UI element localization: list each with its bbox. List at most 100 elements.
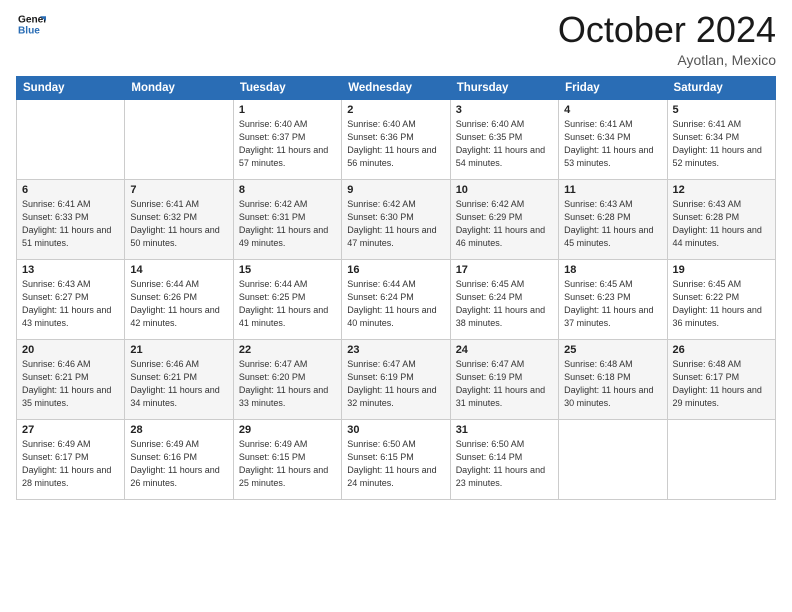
title-block: October 2024 Ayotlan, Mexico: [558, 10, 776, 68]
calendar-cell: 26Sunrise: 6:48 AM Sunset: 6:17 PM Dayli…: [667, 339, 775, 419]
day-number: 15: [239, 264, 336, 276]
day-number: 31: [456, 424, 553, 436]
day-number: 3: [456, 104, 553, 116]
day-info: Sunrise: 6:49 AM Sunset: 6:16 PM Dayligh…: [130, 438, 227, 490]
day-number: 6: [22, 184, 119, 196]
calendar-cell: 28Sunrise: 6:49 AM Sunset: 6:16 PM Dayli…: [125, 419, 233, 499]
day-number: 24: [456, 344, 553, 356]
day-info: Sunrise: 6:44 AM Sunset: 6:26 PM Dayligh…: [130, 278, 227, 330]
calendar-week-row: 20Sunrise: 6:46 AM Sunset: 6:21 PM Dayli…: [17, 339, 776, 419]
calendar-cell: 13 Sunrise: 6:43 AM Sunset: 6:27 PM Dayli…: [17, 259, 125, 339]
day-number: 23: [347, 344, 444, 356]
calendar-cell: 10 Sunrise: 6:42 AM Sunset: 6:29 PM Dayli…: [450, 179, 558, 259]
day-info: Sunrise: 6:46 AM Sunset: 6:21 PM Dayligh…: [22, 358, 119, 410]
calendar-cell: 30 Sunrise: 6:50 AM Sunset: 6:15 PM Dayli…: [342, 419, 450, 499]
weekday-header: Monday: [125, 76, 233, 99]
day-number: 10: [456, 184, 553, 196]
calendar-cell: 7 Sunrise: 6:41 AM Sunset: 6:32 PM Daylig…: [125, 179, 233, 259]
day-number: 14: [130, 264, 227, 276]
calendar-week-row: 1Sunrise: 6:40 AM Sunset: 6:37 PM Daylig…: [17, 99, 776, 179]
calendar-cell: 8 Sunrise: 6:42 AM Sunset: 6:31 PM Daylig…: [233, 179, 341, 259]
calendar-cell: 1Sunrise: 6:40 AM Sunset: 6:37 PM Daylig…: [233, 99, 341, 179]
calendar-table: SundayMondayTuesdayWednesdayThursdayFrid…: [16, 76, 776, 500]
calendar-cell: 23 Sunrise: 6:47 AM Sunset: 6:19 PM Dayli…: [342, 339, 450, 419]
calendar-week-row: 13 Sunrise: 6:43 AM Sunset: 6:27 PM Dayli…: [17, 259, 776, 339]
day-info: Sunrise: 6:43 AM Sunset: 6:28 PM Dayligh…: [564, 198, 661, 250]
location: Ayotlan, Mexico: [558, 52, 776, 68]
day-info: Sunrise: 6:40 AM Sunset: 6:35 PM Dayligh…: [456, 118, 553, 170]
weekday-header: Saturday: [667, 76, 775, 99]
day-info: Sunrise: 6:48 AM Sunset: 6:18 PM Dayligh…: [564, 358, 661, 410]
calendar-cell: 31 Sunrise: 6:50 AM Sunset: 6:14 PM Dayli…: [450, 419, 558, 499]
day-number: 9: [347, 184, 444, 196]
calendar-cell: 24 Sunrise: 6:47 AM Sunset: 6:19 PM Dayli…: [450, 339, 558, 419]
calendar-week-row: 27 Sunrise: 6:49 AM Sunset: 6:17 PM Dayli…: [17, 419, 776, 499]
calendar-cell: [17, 99, 125, 179]
day-info: Sunrise: 6:40 AM Sunset: 6:36 PM Dayligh…: [347, 118, 444, 170]
day-info: Sunrise: 6:50 AM Sunset: 6:15 PM Dayligh…: [347, 438, 444, 490]
day-number: 16: [347, 264, 444, 276]
day-info: Sunrise: 6:47 AM Sunset: 6:20 PM Dayligh…: [239, 358, 336, 410]
day-info: Sunrise: 6:42 AM Sunset: 6:31 PM Dayligh…: [239, 198, 336, 250]
calendar-cell: 12 Sunrise: 6:43 AM Sunset: 6:28 PM Dayli…: [667, 179, 775, 259]
calendar-cell: 29 Sunrise: 6:49 AM Sunset: 6:15 PM Dayli…: [233, 419, 341, 499]
calendar-cell: [125, 99, 233, 179]
day-number: 21: [130, 344, 227, 356]
day-number: 27: [22, 424, 119, 436]
weekday-header: Tuesday: [233, 76, 341, 99]
calendar-cell: 20Sunrise: 6:46 AM Sunset: 6:21 PM Dayli…: [17, 339, 125, 419]
day-info: Sunrise: 6:43 AM Sunset: 6:27 PM Dayligh…: [22, 278, 119, 330]
calendar-cell: 17 Sunrise: 6:45 AM Sunset: 6:24 PM Dayli…: [450, 259, 558, 339]
page: General Blue October 2024 Ayotlan, Mexic…: [0, 0, 792, 612]
day-info: Sunrise: 6:46 AM Sunset: 6:21 PM Dayligh…: [130, 358, 227, 410]
day-info: Sunrise: 6:49 AM Sunset: 6:15 PM Dayligh…: [239, 438, 336, 490]
calendar-cell: 25 Sunrise: 6:48 AM Sunset: 6:18 PM Dayli…: [559, 339, 667, 419]
day-number: 18: [564, 264, 661, 276]
calendar-cell: 21 Sunrise: 6:46 AM Sunset: 6:21 PM Dayli…: [125, 339, 233, 419]
calendar-cell: 19Sunrise: 6:45 AM Sunset: 6:22 PM Dayli…: [667, 259, 775, 339]
day-number: 19: [673, 264, 770, 276]
day-number: 5: [673, 104, 770, 116]
day-info: Sunrise: 6:42 AM Sunset: 6:29 PM Dayligh…: [456, 198, 553, 250]
day-number: 22: [239, 344, 336, 356]
day-number: 8: [239, 184, 336, 196]
calendar-cell: 11Sunrise: 6:43 AM Sunset: 6:28 PM Dayli…: [559, 179, 667, 259]
day-number: 7: [130, 184, 227, 196]
day-number: 13: [22, 264, 119, 276]
calendar-cell: 3 Sunrise: 6:40 AM Sunset: 6:35 PM Daylig…: [450, 99, 558, 179]
day-info: Sunrise: 6:45 AM Sunset: 6:24 PM Dayligh…: [456, 278, 553, 330]
day-number: 30: [347, 424, 444, 436]
day-info: Sunrise: 6:49 AM Sunset: 6:17 PM Dayligh…: [22, 438, 119, 490]
day-number: 12: [673, 184, 770, 196]
day-info: Sunrise: 6:50 AM Sunset: 6:14 PM Dayligh…: [456, 438, 553, 490]
day-info: Sunrise: 6:47 AM Sunset: 6:19 PM Dayligh…: [456, 358, 553, 410]
day-info: Sunrise: 6:45 AM Sunset: 6:23 PM Dayligh…: [564, 278, 661, 330]
calendar-cell: 14 Sunrise: 6:44 AM Sunset: 6:26 PM Dayli…: [125, 259, 233, 339]
day-info: Sunrise: 6:47 AM Sunset: 6:19 PM Dayligh…: [347, 358, 444, 410]
calendar-header-row: SundayMondayTuesdayWednesdayThursdayFrid…: [17, 76, 776, 99]
calendar-cell: 9Sunrise: 6:42 AM Sunset: 6:30 PM Daylig…: [342, 179, 450, 259]
calendar-cell: 15 Sunrise: 6:44 AM Sunset: 6:25 PM Dayli…: [233, 259, 341, 339]
day-info: Sunrise: 6:41 AM Sunset: 6:33 PM Dayligh…: [22, 198, 119, 250]
day-info: Sunrise: 6:44 AM Sunset: 6:25 PM Dayligh…: [239, 278, 336, 330]
calendar-cell: [559, 419, 667, 499]
calendar-cell: 16Sunrise: 6:44 AM Sunset: 6:24 PM Dayli…: [342, 259, 450, 339]
weekday-header: Thursday: [450, 76, 558, 99]
header: General Blue October 2024 Ayotlan, Mexic…: [16, 10, 776, 68]
month-title: October 2024: [558, 10, 776, 50]
weekday-header: Sunday: [17, 76, 125, 99]
calendar-cell: 2Sunrise: 6:40 AM Sunset: 6:36 PM Daylig…: [342, 99, 450, 179]
day-number: 29: [239, 424, 336, 436]
calendar-cell: 22 Sunrise: 6:47 AM Sunset: 6:20 PM Dayli…: [233, 339, 341, 419]
weekday-header: Friday: [559, 76, 667, 99]
logo-icon: General Blue: [18, 10, 46, 38]
day-number: 17: [456, 264, 553, 276]
day-number: 1: [239, 104, 336, 116]
day-info: Sunrise: 6:41 AM Sunset: 6:34 PM Dayligh…: [564, 118, 661, 170]
day-info: Sunrise: 6:43 AM Sunset: 6:28 PM Dayligh…: [673, 198, 770, 250]
calendar-cell: 18 Sunrise: 6:45 AM Sunset: 6:23 PM Dayli…: [559, 259, 667, 339]
day-info: Sunrise: 6:41 AM Sunset: 6:32 PM Dayligh…: [130, 198, 227, 250]
calendar-week-row: 6 Sunrise: 6:41 AM Sunset: 6:33 PM Daylig…: [17, 179, 776, 259]
day-number: 26: [673, 344, 770, 356]
day-number: 25: [564, 344, 661, 356]
